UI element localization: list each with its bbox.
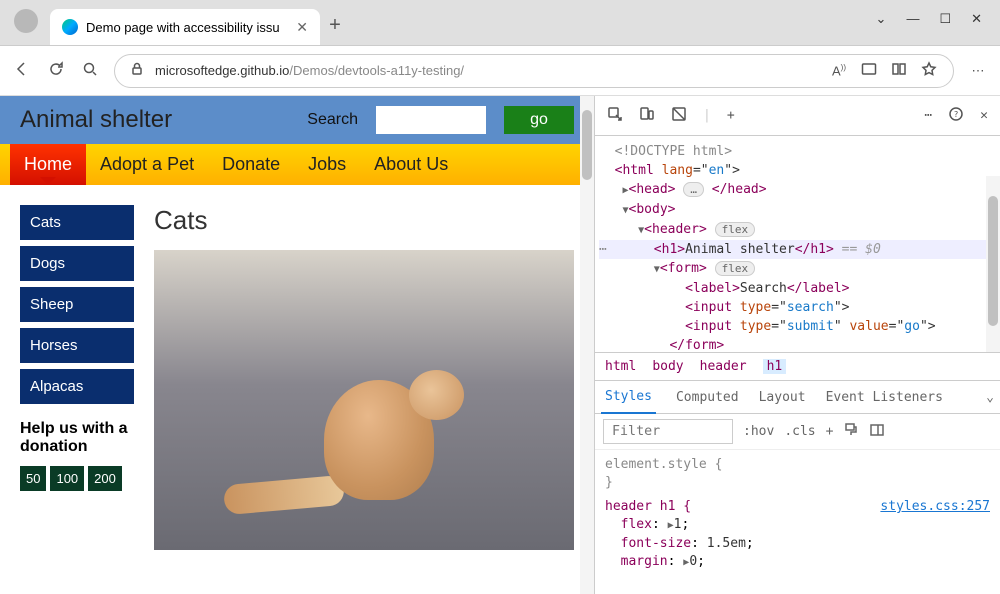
cat-image (154, 250, 574, 550)
donate-50[interactable]: 50 (20, 466, 46, 491)
nav-adopt[interactable]: Adopt a Pet (86, 144, 208, 185)
read-aloud-icon[interactable]: A)) (829, 63, 849, 78)
window-titlebar: Demo page with accessibility issu ✕ + ⌄ … (0, 0, 1000, 46)
devtools-toolbar: | + ⋯ ? ✕ (595, 96, 1000, 136)
reader-icon[interactable] (889, 61, 909, 80)
dom-tree[interactable]: <!DOCTYPE html> <html lang="en"> ▶<head>… (595, 136, 1000, 352)
page-scrollbar[interactable] (580, 96, 594, 594)
device-icon[interactable] (639, 106, 655, 126)
hov-toggle[interactable]: :hov (743, 424, 774, 439)
breadcrumb[interactable]: html body header h1 (595, 352, 1000, 380)
more-icon[interactable]: ⋯ (968, 63, 988, 79)
inspect-icon[interactable] (607, 106, 623, 126)
lock-icon (129, 61, 145, 80)
side-horses[interactable]: Horses (20, 328, 134, 363)
donation-heading: Help us with a donation (20, 420, 134, 456)
tab-styles[interactable]: Styles (601, 381, 656, 414)
cls-toggle[interactable]: .cls (784, 424, 815, 439)
crumb-html[interactable]: html (605, 359, 636, 374)
close-tab-icon[interactable]: ✕ (296, 19, 308, 36)
url-text: microsoftedge.github.io/Demos/devtools-a… (155, 63, 464, 78)
side-cats[interactable]: Cats (20, 205, 134, 240)
edge-icon (62, 19, 78, 35)
sidebar-icon[interactable] (869, 422, 885, 442)
crumb-body[interactable]: body (652, 359, 683, 374)
nav-home[interactable]: Home (10, 144, 86, 185)
dom-scrollbar[interactable] (986, 176, 1000, 352)
side-dogs[interactable]: Dogs (20, 246, 134, 281)
search-icon[interactable] (80, 61, 100, 80)
filter-input[interactable] (603, 419, 733, 444)
chevron-down-icon[interactable]: ⌄ (986, 390, 994, 405)
back-icon[interactable] (12, 61, 32, 80)
new-tab-button[interactable]: + (320, 14, 350, 37)
tab-event-listeners[interactable]: Event Listeners (826, 390, 943, 405)
browser-toolbar: microsoftedge.github.io/Demos/devtools-a… (0, 46, 1000, 96)
tab-layout[interactable]: Layout (759, 390, 806, 405)
side-sheep[interactable]: Sheep (20, 287, 134, 322)
address-bar[interactable]: microsoftedge.github.io/Demos/devtools-a… (114, 54, 954, 88)
svg-text:?: ? (954, 110, 959, 119)
favorite-icon[interactable] (919, 61, 939, 80)
crumb-h1[interactable]: h1 (763, 359, 787, 374)
styles-tabs: Styles Computed Layout Event Listeners ⌄ (595, 380, 1000, 414)
elements-icon[interactable] (671, 106, 687, 126)
styles-pane[interactable]: element.style { } styles.css:257header h… (595, 450, 1000, 578)
help-icon[interactable]: ? (948, 106, 964, 126)
devtools-more-icon[interactable]: ⋯ (924, 108, 932, 123)
source-link[interactable]: styles.css:257 (880, 498, 990, 516)
profile-avatar[interactable] (14, 9, 38, 33)
main-nav: Home Adopt a Pet Donate Jobs About Us (0, 144, 594, 185)
refresh-icon[interactable] (46, 61, 66, 80)
tab-title: Demo page with accessibility issu (86, 20, 280, 35)
crumb-header[interactable]: header (700, 359, 747, 374)
close-icon[interactable]: ✕ (971, 11, 982, 27)
hd-icon[interactable] (859, 61, 879, 80)
minimize-icon[interactable]: — (906, 11, 919, 27)
nav-about[interactable]: About Us (360, 144, 462, 185)
window-controls: ⌄ — ☐ ✕ (876, 11, 1000, 45)
chevron-down-icon[interactable]: ⌄ (876, 11, 887, 27)
close-devtools-icon[interactable]: ✕ (980, 108, 988, 123)
site-title: Animal shelter (20, 106, 289, 134)
styles-filter-bar: :hov .cls + (595, 414, 1000, 450)
main-content: Cats (154, 205, 574, 550)
browser-tab[interactable]: Demo page with accessibility issu ✕ (50, 9, 320, 45)
add-panel-icon[interactable]: + (727, 108, 735, 123)
page-heading: Cats (154, 205, 574, 236)
maximize-icon[interactable]: ☐ (939, 11, 951, 27)
rendered-page: Animal shelter Search go Home Adopt a Pe… (0, 96, 594, 594)
nav-donate[interactable]: Donate (208, 144, 294, 185)
nav-jobs[interactable]: Jobs (294, 144, 360, 185)
paint-icon[interactable] (843, 422, 859, 442)
devtools-panel: | + ⋯ ? ✕ <!DOCTYPE html> <html lang="en… (594, 96, 1000, 594)
donate-200[interactable]: 200 (88, 466, 122, 491)
side-alpacas[interactable]: Alpacas (20, 369, 134, 404)
go-button[interactable]: go (504, 106, 574, 134)
page-header: Animal shelter Search go (0, 96, 594, 144)
tab-computed[interactable]: Computed (676, 390, 739, 405)
search-input[interactable] (376, 106, 486, 134)
sidebar: Cats Dogs Sheep Horses Alpacas Help us w… (20, 205, 134, 550)
donate-100[interactable]: 100 (50, 466, 84, 491)
add-style-icon[interactable]: + (826, 424, 834, 439)
search-label: Search (307, 111, 358, 129)
